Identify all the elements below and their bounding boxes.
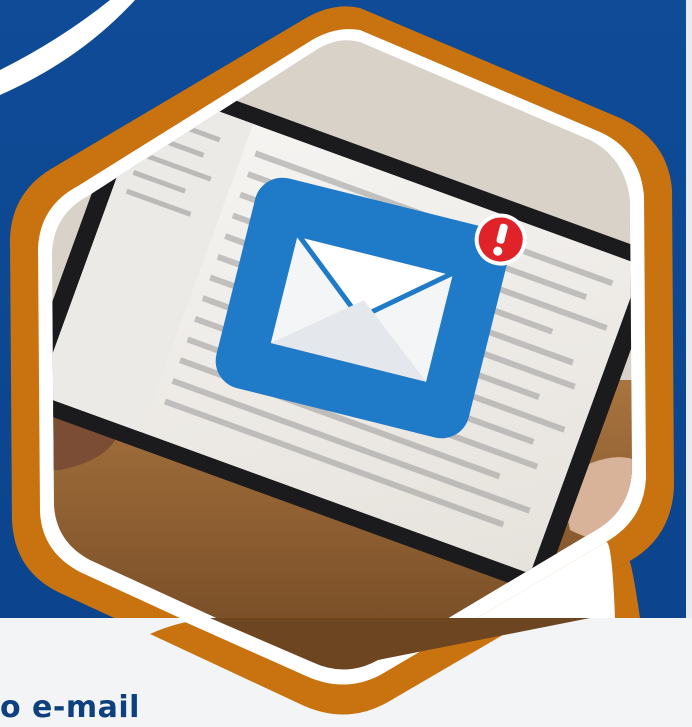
promo-banner: o e-mail — [0, 0, 692, 727]
caption-text: o e-mail — [0, 690, 140, 725]
hexagon-overlay — [150, 541, 640, 715]
